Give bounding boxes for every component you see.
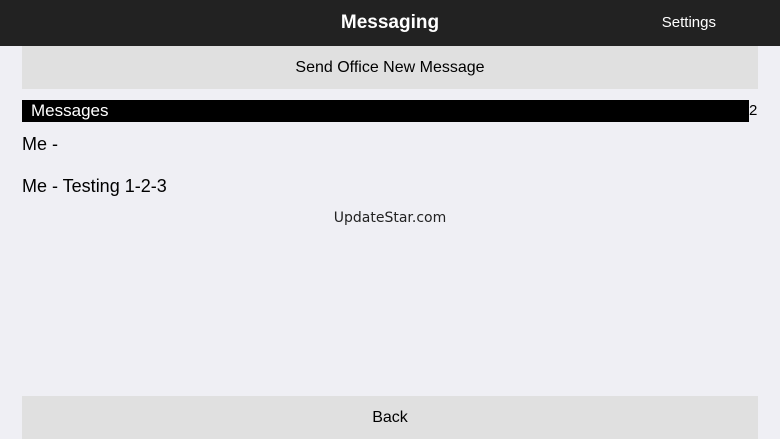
messages-section-title: Messages <box>31 101 109 120</box>
message-list-item[interactable]: Me - <box>22 133 58 155</box>
message-list-item[interactable]: Me - Testing 1-2-3 <box>22 175 167 197</box>
messages-section-header: Messages <box>22 100 749 122</box>
watermark-text: UpdateStar.com <box>333 210 447 226</box>
back-button[interactable]: Back <box>22 396 758 439</box>
send-office-new-message-button[interactable]: Send Office New Message <box>22 46 758 89</box>
messages-count-badge: 2 <box>749 102 758 119</box>
settings-button[interactable]: Settings <box>662 0 716 46</box>
navigation-bar: Messaging Settings <box>0 0 780 46</box>
